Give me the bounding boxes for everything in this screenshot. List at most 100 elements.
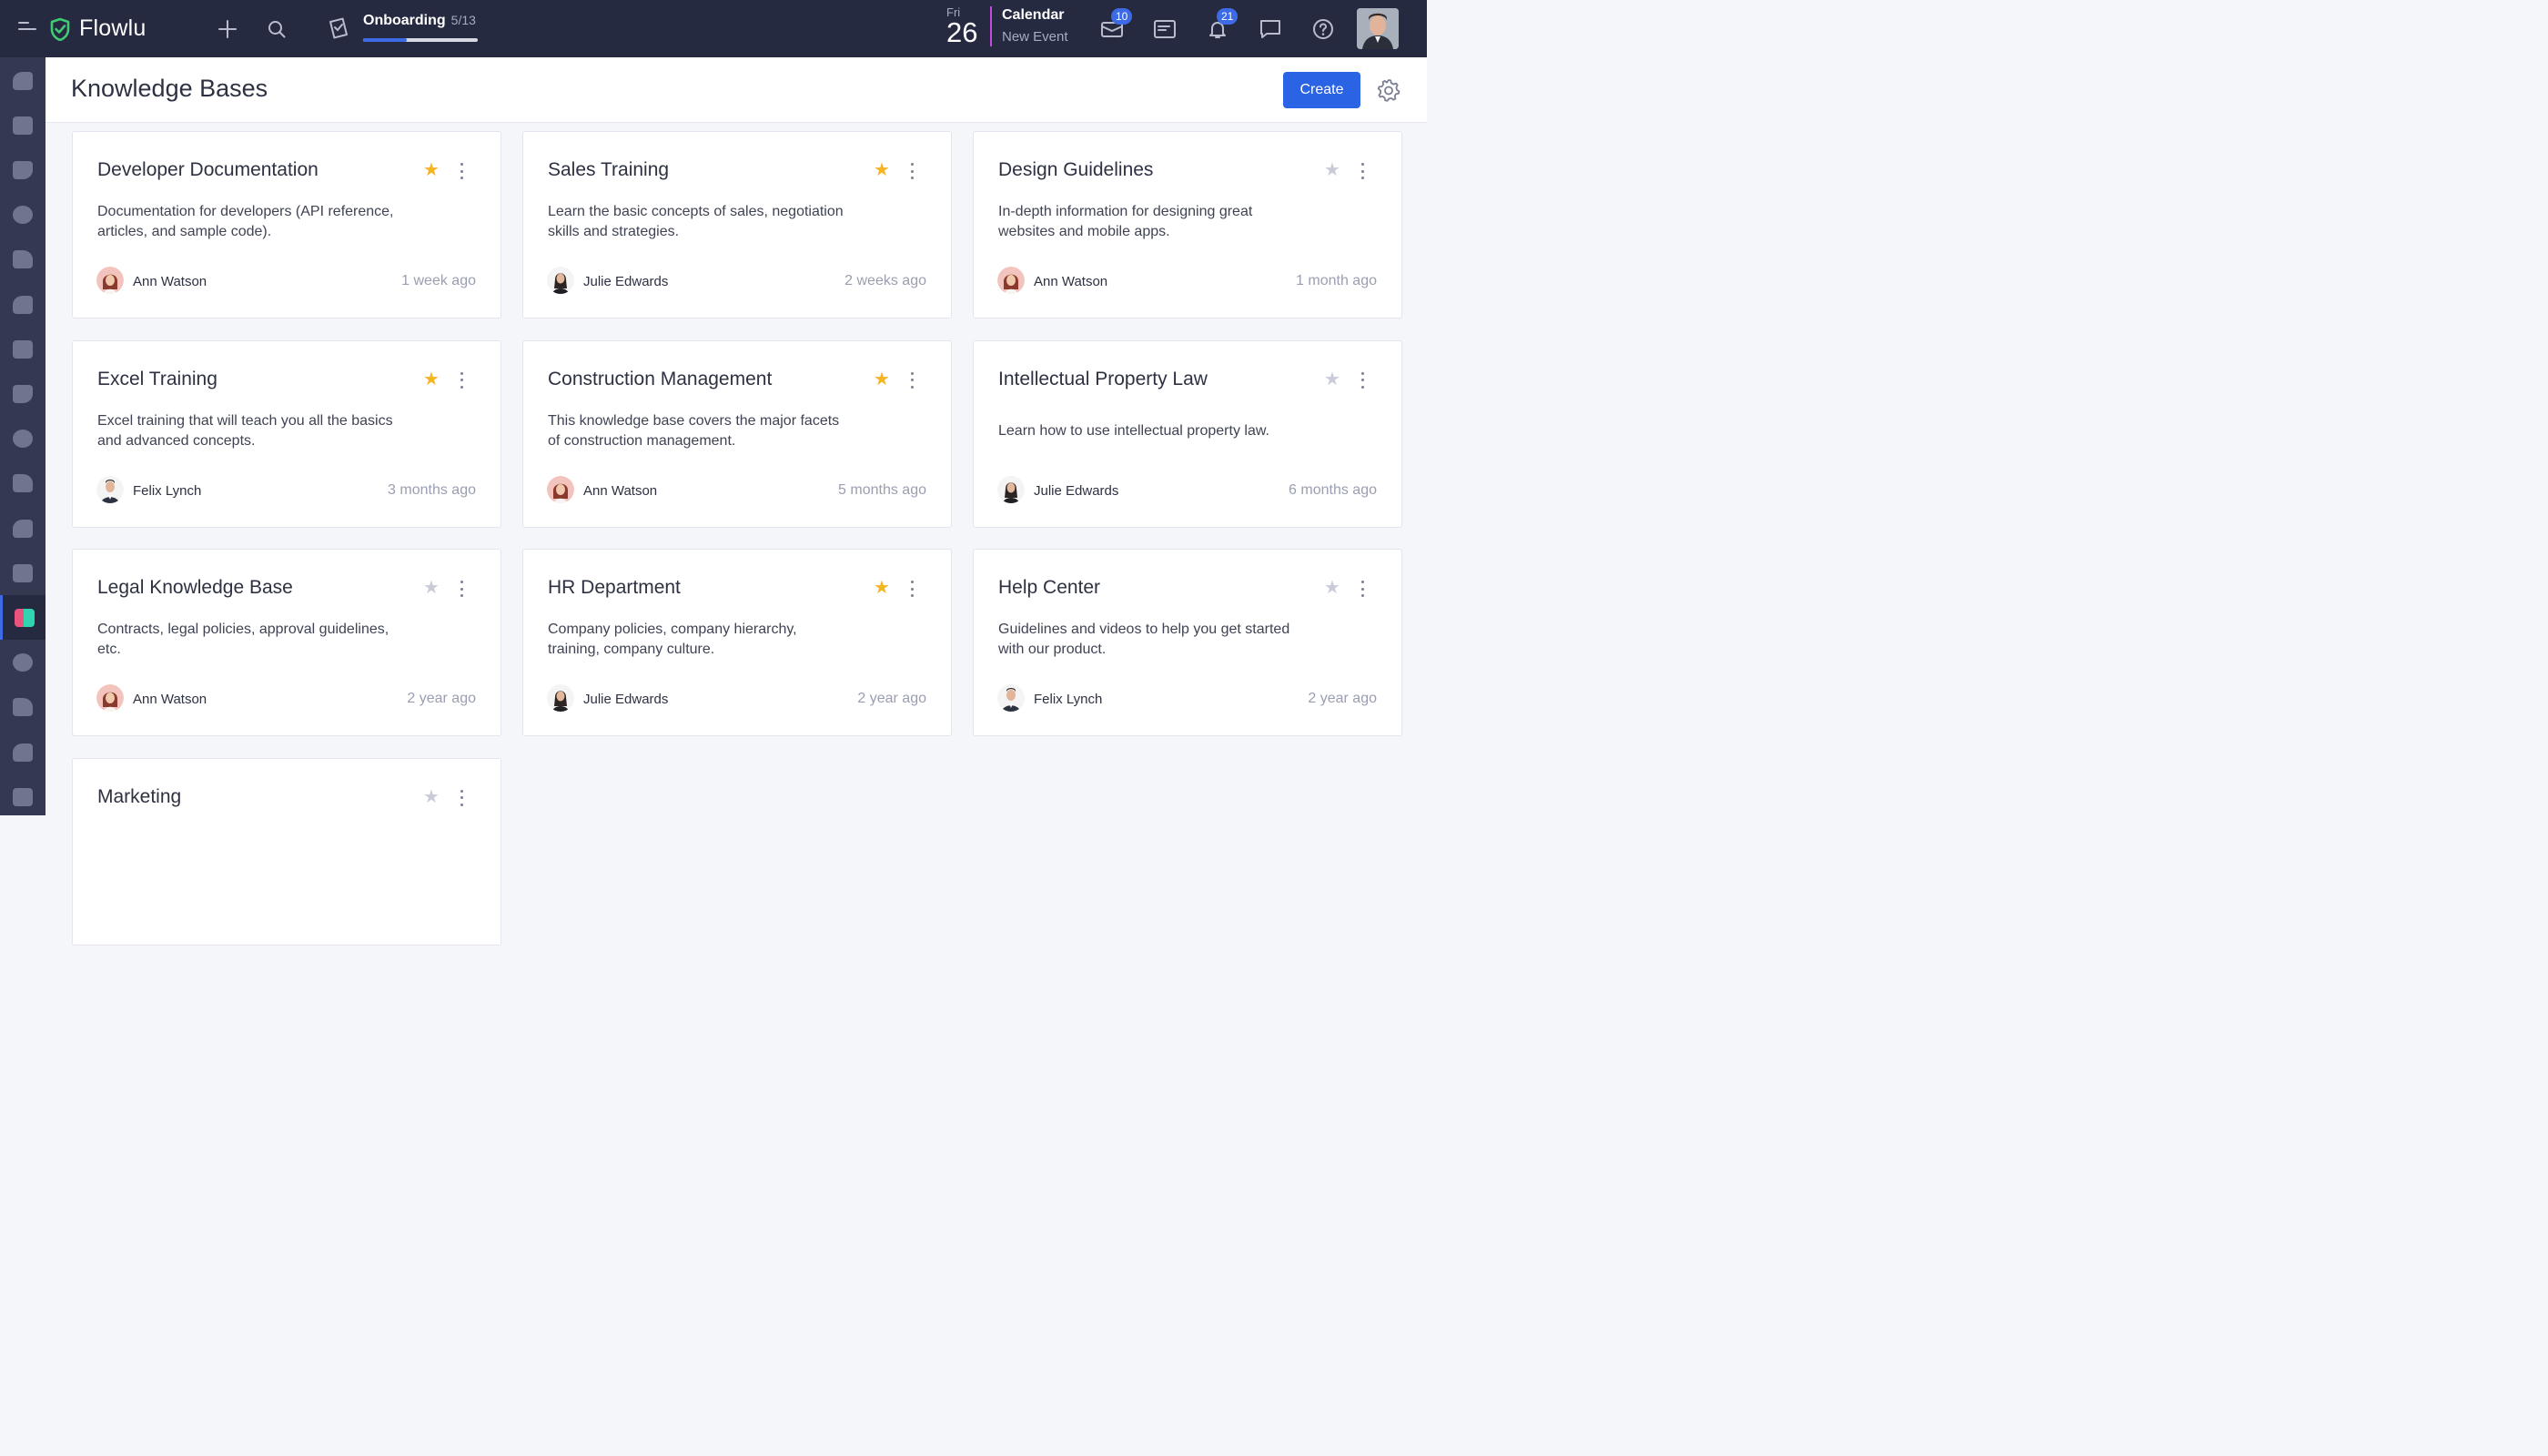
onboarding-progress[interactable]: Onboarding 5/13 (363, 13, 481, 42)
more-options-icon[interactable] (455, 789, 468, 806)
sidebar-item-education[interactable] (0, 641, 46, 685)
author-name[interactable]: Ann Watson (133, 692, 207, 707)
more-options-icon[interactable] (1356, 163, 1369, 179)
bell-icon[interactable]: 21 (1204, 8, 1239, 43)
star-icon[interactable]: ★ (423, 579, 440, 597)
sidebar-item-projects[interactable] (0, 103, 46, 147)
onboarding-bar (363, 38, 478, 42)
card-description: Documentation for developers (API refere… (97, 204, 394, 239)
mail-icon[interactable]: 10 (1098, 8, 1133, 43)
reports-icon (13, 743, 33, 762)
sidebar-item-integrations[interactable] (0, 282, 46, 327)
search-icon[interactable] (263, 15, 290, 43)
star-icon[interactable]: ★ (874, 579, 890, 597)
more-options-icon[interactable] (455, 163, 468, 179)
calendar-widget[interactable]: Calendar New Event (1002, 7, 1068, 45)
card-description: This knowledge base covers the major fac… (548, 412, 840, 449)
plus-icon[interactable] (214, 15, 241, 43)
sidebar-item-reports[interactable] (0, 730, 46, 774)
more-options-icon[interactable] (905, 163, 918, 179)
author-avatar (547, 267, 574, 294)
onboarding-icon[interactable] (325, 15, 352, 42)
finance-icon (13, 206, 33, 225)
card-description: Learn how to use intellectual property l… (998, 422, 1269, 439)
sidebar-item-feedback[interactable] (0, 327, 46, 371)
user-avatar[interactable] (1357, 8, 1399, 49)
knowledge-base-card[interactable]: Legal Knowledge Base ★ Contracts, legal po… (72, 549, 501, 736)
card-title[interactable]: Marketing (97, 786, 181, 808)
sidebar-item-apps[interactable] (0, 551, 46, 595)
author-avatar (96, 267, 124, 294)
knowledge-base-card[interactable]: Construction Management ★ This knowledge b… (522, 339, 952, 528)
updated-time: 2 year ago (857, 691, 926, 706)
card-title[interactable]: Design Guidelines (998, 159, 1153, 181)
projects-icon (13, 116, 33, 135)
sidebar-item-workflows[interactable] (0, 506, 46, 551)
knowledge-base-card[interactable]: Design Guidelines ★ In-depth information f… (973, 131, 1402, 318)
notes-icon[interactable] (1151, 15, 1178, 43)
star-icon[interactable]: ★ (423, 370, 440, 389)
star-icon[interactable]: ★ (423, 788, 440, 806)
card-title[interactable]: Legal Knowledge Base (97, 577, 293, 599)
knowledge-base-card[interactable]: Developer Documentation ★ Documentation fo… (72, 131, 501, 318)
card-title[interactable]: HR Department (548, 577, 681, 599)
card-title[interactable]: Help Center (998, 577, 1100, 599)
author-avatar (96, 475, 124, 503)
star-icon[interactable]: ★ (874, 161, 890, 179)
top-bar: Flowlu Onboarding 5/13 Fri 26 Calendar Ne… (0, 0, 1427, 57)
sidebar-item-finance[interactable] (0, 193, 46, 238)
author-name[interactable]: Julie Edwards (1034, 483, 1118, 499)
card-description: Learn the basic concepts of sales, negot… (548, 204, 844, 239)
star-icon[interactable]: ★ (874, 370, 890, 389)
sidebar-item-documents[interactable] (0, 371, 46, 416)
knowledge-base-card[interactable]: Sales Training ★ Learn the basic concepts … (522, 131, 952, 318)
more-options-icon[interactable] (905, 371, 918, 389)
knowledge-base-card[interactable]: HR Department ★ Company policies, company … (522, 549, 952, 736)
knowledge-base-card[interactable]: Help Center ★ Guidelines and videos to hel… (973, 549, 1402, 736)
create-button[interactable]: Create (1283, 72, 1360, 108)
more-options-icon[interactable] (455, 581, 468, 597)
star-icon[interactable]: ★ (1324, 579, 1340, 597)
knowledge-base-card[interactable]: Intellectual Property Law ★ Learn how to u… (973, 339, 1402, 528)
knowledge-base-card[interactable]: Excel Training ★ Excel training that will … (72, 339, 501, 528)
gear-icon[interactable] (1376, 77, 1401, 103)
files-icon (13, 474, 33, 493)
more-options-icon[interactable] (455, 371, 468, 389)
author-name[interactable]: Felix Lynch (133, 483, 201, 499)
sidebar-item-dashboard[interactable] (0, 685, 46, 730)
current-date[interactable]: Fri 26 (946, 5, 986, 46)
star-icon[interactable]: ★ (1324, 161, 1340, 179)
more-options-icon[interactable] (1356, 581, 1369, 597)
card-title[interactable]: Excel Training (97, 369, 217, 390)
knowledge-base-card[interactable]: Marketing ★ (72, 757, 501, 945)
author-name[interactable]: Julie Edwards (583, 274, 668, 289)
author-name[interactable]: Ann Watson (583, 483, 657, 499)
menu-icon[interactable] (18, 22, 38, 36)
more-options-icon[interactable] (1356, 371, 1369, 389)
logo[interactable]: Flowlu (48, 15, 146, 42)
card-title[interactable]: Developer Documentation (97, 159, 318, 181)
author-name[interactable]: Felix Lynch (1034, 692, 1102, 707)
sidebar-item-knowledge-base[interactable] (0, 595, 46, 641)
chat-icon[interactable] (1257, 15, 1284, 43)
card-title[interactable]: Construction Management (548, 369, 772, 390)
sidebar-item-team[interactable] (0, 238, 46, 282)
sidebar-item-settings[interactable] (0, 774, 46, 819)
logo-check-icon (50, 17, 70, 41)
more-options-icon[interactable] (905, 581, 918, 597)
author-name[interactable]: Ann Watson (133, 274, 207, 289)
sidebar-item-crm[interactable] (0, 58, 46, 103)
sales-icon (13, 160, 33, 179)
sidebar-item-contacts[interactable] (0, 417, 46, 461)
sidebar-item-sales[interactable] (0, 147, 46, 192)
author-name[interactable]: Ann Watson (1034, 274, 1107, 289)
crm-icon (13, 71, 33, 90)
card-title[interactable]: Sales Training (548, 159, 669, 181)
card-title[interactable]: Intellectual Property Law (998, 369, 1208, 390)
help-icon[interactable] (1309, 15, 1337, 43)
star-icon[interactable]: ★ (423, 161, 440, 179)
author-name[interactable]: Julie Edwards (583, 692, 668, 707)
date-separator (990, 6, 992, 46)
sidebar-item-files[interactable] (0, 461, 46, 506)
star-icon[interactable]: ★ (1324, 370, 1340, 389)
